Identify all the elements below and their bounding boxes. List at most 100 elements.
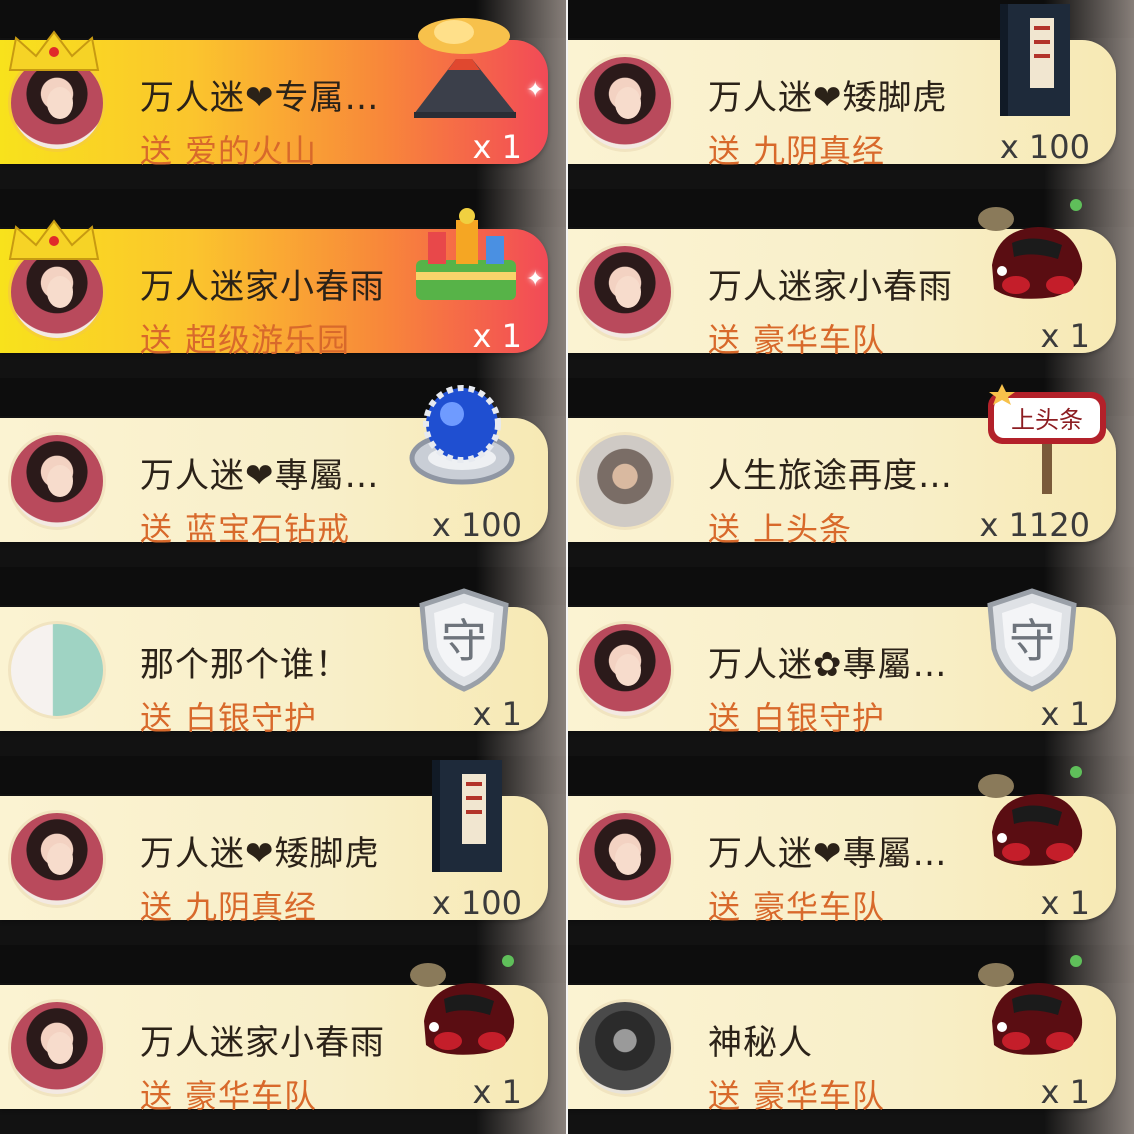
- user-avatar[interactable]: [8, 432, 106, 530]
- crown-icon: [8, 30, 100, 71]
- sparkle-icon: ✦: [526, 78, 545, 103]
- user-avatar[interactable]: [8, 999, 106, 1097]
- gift-message-row: 人生旅途再度… 送上头条 x 1120 上头条: [568, 378, 1134, 567]
- gift-line: 送白银守护: [708, 693, 885, 739]
- sender-name: 那个那个谁！: [140, 645, 350, 685]
- gift-name: 豪华车队: [185, 1077, 318, 1115]
- silver-guard-shield-icon: 守: [982, 585, 1082, 699]
- send-label: 送: [708, 132, 742, 170]
- user-avatar[interactable]: [576, 999, 674, 1097]
- user-avatar[interactable]: [8, 621, 106, 719]
- gift-message-row: 那个那个谁！ 送白银守护 x 1 守: [0, 567, 566, 756]
- send-label: 送: [708, 888, 742, 926]
- gift-name: 蓝宝石钻戒: [185, 510, 351, 548]
- book-icon: [426, 756, 506, 880]
- gift-quantity: x 1: [1040, 884, 1090, 922]
- gift-line: 送超级游乐园: [140, 315, 350, 361]
- send-label: 送: [140, 321, 174, 359]
- book-icon: [994, 0, 1074, 124]
- avatar-face: [615, 843, 641, 875]
- avatar-face: [615, 276, 641, 308]
- gift-quantity: x 1: [1040, 695, 1090, 733]
- gift-quantity: x 1: [472, 317, 522, 355]
- gift-quantity: x 1: [472, 1073, 522, 1111]
- user-avatar[interactable]: [8, 810, 106, 908]
- user-avatar[interactable]: [576, 243, 674, 341]
- amusement-park-icon: [404, 202, 524, 316]
- gift-name: 九阴真经: [185, 888, 318, 926]
- gift-name: 超级游乐园: [185, 321, 351, 359]
- gift-line: 送豪华车队: [708, 1071, 885, 1117]
- sports-car-icon: [972, 949, 1092, 1073]
- gift-message-row: 万人迷❤專屬… 送豪华车队 x 1: [568, 756, 1134, 945]
- gift-line: 送九阴真经: [140, 882, 317, 928]
- sender-name: 万人迷家小春雨: [708, 267, 953, 307]
- gift-quantity: x 1: [1040, 1073, 1090, 1111]
- send-label: 送: [140, 699, 174, 737]
- gift-name: 上头条: [753, 510, 853, 548]
- gift-message-row: 万人迷✿專屬… 送白银守护 x 1 守: [568, 567, 1134, 756]
- avatar-face: [615, 87, 641, 119]
- headline-sign-icon: 上头条: [982, 378, 1112, 502]
- gift-quantity: x 100: [999, 128, 1090, 166]
- gift-message-row: 万人迷❤专属… 送爱的火山 x 1 ✦: [0, 0, 566, 189]
- sports-car-icon: [404, 949, 524, 1073]
- sender-name: 人生旅途再度…: [708, 456, 953, 496]
- avatar-face: [47, 465, 73, 497]
- sender-name: 万人迷❤专属…: [140, 78, 380, 118]
- gift-message-row: 万人迷❤矮脚虎送九阴真经 x 100: [0, 756, 566, 945]
- user-avatar[interactable]: [576, 810, 674, 908]
- sapphire-ring-icon: [402, 380, 522, 494]
- sparkle-icon: ✦: [526, 267, 545, 292]
- send-label: 送: [140, 1077, 174, 1115]
- sender-name: 万人迷❤矮脚虎: [140, 834, 380, 874]
- gift-message-row: 神秘人送豪华车队 x 1: [568, 945, 1134, 1134]
- send-label: 送: [140, 888, 174, 926]
- gift-line: 送九阴真经: [708, 126, 885, 172]
- gift-line: 送豪华车队: [708, 315, 885, 361]
- gift-message-row: 万人迷家小春雨送豪华车队 x 1: [0, 945, 566, 1134]
- gift-line: 送蓝宝石钻戒: [140, 504, 350, 550]
- right-gift-feed: 万人迷❤矮脚虎送九阴真经 x 100 万人迷家小春雨送豪华车队 x 1 人生旅途再度…: [568, 0, 1134, 1134]
- svg-text:上头条: 上头条: [1011, 406, 1083, 434]
- sender-name: 万人迷✿專屬…: [708, 645, 948, 685]
- send-label: 送: [708, 510, 742, 548]
- gift-name: 豪华车队: [753, 321, 886, 359]
- gift-line: 送爱的火山: [140, 126, 317, 172]
- user-avatar[interactable]: [576, 54, 674, 152]
- gift-line: 送白银守护: [140, 693, 317, 739]
- gift-name: 爱的火山: [185, 132, 318, 170]
- gift-message-row: 万人迷家小春雨送豪华车队 x 1: [568, 189, 1134, 378]
- gift-quantity: x 1: [472, 128, 522, 166]
- user-avatar[interactable]: [576, 432, 674, 530]
- sender-name: 万人迷家小春雨: [140, 1023, 385, 1063]
- gift-line: 送豪华车队: [140, 1071, 317, 1117]
- send-label: 送: [708, 699, 742, 737]
- gift-quantity: x 100: [431, 506, 522, 544]
- svg-text:守: 守: [441, 614, 487, 668]
- gift-quantity: x 1120: [979, 506, 1090, 544]
- gift-name: 豪华车队: [753, 888, 886, 926]
- sender-name: 万人迷家小春雨: [140, 267, 385, 307]
- gift-line: 送豪华车队: [708, 882, 885, 928]
- sender-name: 万人迷❤專屬…: [708, 834, 948, 874]
- gift-message-row: 万人迷家小春雨送超级游乐园 x 1 ✦: [0, 189, 566, 378]
- gift-message-row: 万人迷❤矮脚虎送九阴真经 x 100: [568, 0, 1134, 189]
- avatar-face: [47, 1032, 73, 1064]
- sender-name: 万人迷❤矮脚虎: [708, 78, 948, 118]
- gift-quantity: x 1: [1040, 317, 1090, 355]
- svg-text:守: 守: [1009, 614, 1055, 668]
- send-label: 送: [140, 510, 174, 548]
- gift-line: 送上头条: [708, 504, 852, 550]
- avatar-face: [615, 654, 641, 686]
- volcano-icon: [404, 14, 524, 128]
- avatar-face: [47, 276, 73, 308]
- avatar-face: [47, 843, 73, 875]
- send-label: 送: [140, 132, 174, 170]
- silver-guard-shield-icon: 守: [414, 585, 514, 699]
- send-label: 送: [708, 1077, 742, 1115]
- gift-quantity: x 100: [431, 884, 522, 922]
- sender-name: 神秘人: [708, 1023, 813, 1063]
- user-avatar[interactable]: [576, 621, 674, 719]
- gift-name: 白银守护: [185, 699, 318, 737]
